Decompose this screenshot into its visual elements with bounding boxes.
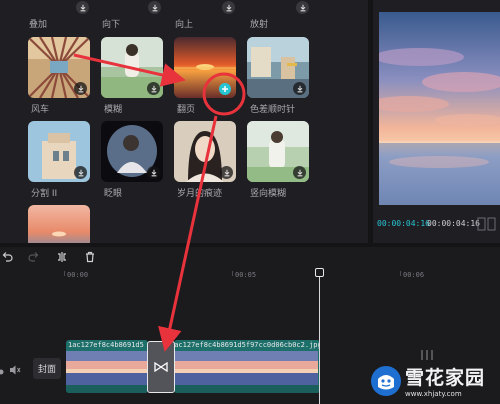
effect-thumb-split-ii[interactable] <box>28 121 90 182</box>
effect-label-down: 向下 <box>102 20 121 30</box>
transition-effects-panel: 叠加 向下 向上 放射 风车 模糊 翻页 色差顺时针 分割 II 眨眼 岁月的痕… <box>0 0 368 243</box>
watermark-url: www.xhjaty.com <box>405 390 462 398</box>
timeline-toolbar <box>0 247 500 267</box>
download-icon[interactable] <box>76 1 89 14</box>
download-icon[interactable] <box>147 166 160 179</box>
clip-name: 1ac127ef8c4b8691d5f97cc0d06cb0c2.jpg <box>174 341 320 349</box>
ruler-tick <box>400 271 401 276</box>
frame-thumbnail <box>174 351 198 385</box>
effect-thumb-page-turn[interactable] <box>174 37 236 98</box>
clip-frames <box>174 351 320 385</box>
watermark: 雪花家园 www.xhjaty.com <box>370 363 485 398</box>
ruler-tick <box>64 271 65 276</box>
effect-thumb-windmill[interactable] <box>28 37 90 98</box>
effect-thumb-sunset[interactable] <box>28 205 90 243</box>
effect-thumb-blink[interactable] <box>101 121 163 182</box>
effect-label-vertical-blur: 竖向模糊 <box>250 189 287 199</box>
track-lock-icon[interactable] <box>0 362 6 381</box>
cover-button[interactable]: 封面 <box>33 358 61 379</box>
redo-icon[interactable] <box>27 250 41 264</box>
download-icon[interactable] <box>74 82 87 95</box>
frame-thumbnail <box>66 351 90 385</box>
ruler-tick <box>232 271 233 276</box>
video-clip-2[interactable]: 1ac127ef8c4b8691d5f97cc0d06cb0c2.jpg <box>174 340 320 393</box>
watermark-title: 雪花家园 <box>405 367 486 389</box>
undo-icon[interactable] <box>0 250 14 264</box>
clip-audio-bar <box>174 385 320 393</box>
video-clip-1[interactable]: 1ac127ef8c4b8691d5 <box>66 340 148 393</box>
clip-audio-bar <box>66 385 148 393</box>
preview-image <box>379 12 500 205</box>
ruler-label-0: 00:00 <box>67 271 89 279</box>
clip-frames <box>66 351 148 385</box>
effect-label-blur: 模糊 <box>104 105 123 115</box>
effect-label-chromatic-clockwise: 色差顺时针 <box>250 105 296 115</box>
effect-label-blink: 眨眼 <box>104 189 123 199</box>
effect-thumb-traces-of-time[interactable] <box>174 121 236 182</box>
bowtie-icon <box>154 362 168 372</box>
playhead-handle[interactable] <box>315 268 324 277</box>
effect-label-radial: 放射 <box>250 20 269 30</box>
download-icon[interactable] <box>148 1 161 14</box>
frame-thumbnail <box>114 351 138 385</box>
preview-current-time: 00:00:04:16 <box>377 219 430 228</box>
clip-name: 1ac127ef8c4b8691d5 <box>68 341 144 349</box>
download-icon[interactable] <box>296 1 309 14</box>
preview-panel: 00:00:04:16 00:00:04:16 <box>373 0 500 243</box>
watermark-logo-icon <box>371 365 401 396</box>
effect-thumb-chromatic-clockwise[interactable] <box>247 37 309 98</box>
track-mute-icon[interactable] <box>9 361 21 380</box>
effect-thumb-vertical-blur[interactable] <box>247 121 309 182</box>
download-icon[interactable] <box>220 166 233 179</box>
delete-icon[interactable] <box>83 250 97 264</box>
effect-label-overlay: 叠加 <box>29 20 48 30</box>
frame-thumbnail <box>222 351 246 385</box>
preview-total-time: 00:00:04:16 <box>427 219 480 228</box>
download-icon[interactable] <box>74 166 87 179</box>
frame-thumbnail <box>270 351 294 385</box>
effect-label-page-turn: 翻页 <box>177 105 196 115</box>
download-icon[interactable] <box>293 82 306 95</box>
transition-marker[interactable] <box>147 341 175 393</box>
frame-thumbnail <box>198 351 222 385</box>
effect-label-traces-of-time: 岁月的痕迹 <box>177 189 223 199</box>
frame-thumbnail <box>246 351 270 385</box>
download-icon[interactable] <box>293 166 306 179</box>
effect-thumb-blur[interactable] <box>101 37 163 98</box>
effect-label-windmill: 风车 <box>31 105 50 115</box>
aspect-ratio-icon[interactable] <box>477 216 497 235</box>
ruler-label-1: 00:05 <box>235 271 257 279</box>
ruler-label-2: 00:06 <box>403 271 425 279</box>
frame-thumbnail <box>90 351 114 385</box>
frame-thumbnail <box>294 351 318 385</box>
timeline-ruler[interactable]: 00:00 00:05 00:06 <box>0 267 500 285</box>
download-icon[interactable] <box>222 1 235 14</box>
effect-label-split-ii: 分割 II <box>31 189 58 199</box>
effect-label-up: 向上 <box>175 20 194 30</box>
split-icon[interactable] <box>55 250 69 264</box>
playhead[interactable] <box>319 271 320 404</box>
download-icon[interactable] <box>147 82 160 95</box>
